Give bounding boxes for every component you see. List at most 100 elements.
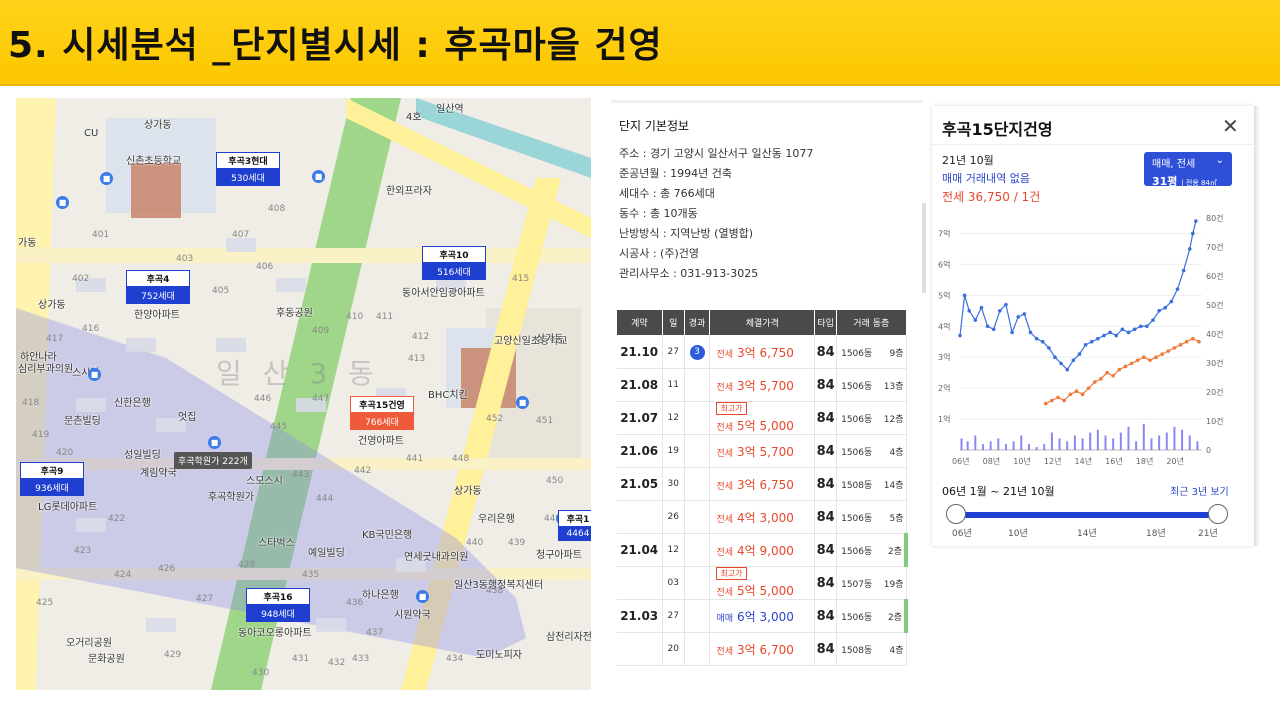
poi: 예일빌딩 [308, 548, 345, 559]
deal-row[interactable]: 21.04 12 전세 4억 9,000 84 1506동 2층 [616, 533, 909, 567]
map-panel[interactable]: 일 산 3 동 상가동 CU 신촌초등학교 한외프라자 가동 상가동 후동공원 … [16, 98, 591, 690]
deal-type: 84 [814, 533, 838, 567]
scrollbar[interactable] [922, 203, 926, 293]
block-number: 412 [412, 332, 430, 342]
deal-row[interactable]: 21.05 30 전세 3억 6,750 84 1508동 14층 [616, 467, 907, 501]
block-number: 441 [406, 454, 424, 464]
data-point [1068, 392, 1073, 397]
bus-stop-icon[interactable]: ■ [208, 436, 221, 449]
bus-stop-icon[interactable]: ■ [100, 172, 113, 185]
deals-header[interactable]: 거래 동층 [836, 309, 907, 336]
block-number: 417 [46, 334, 64, 344]
y-left-tick: 3억 [938, 352, 950, 362]
deals-header[interactable]: 일 [661, 309, 685, 336]
deals-header[interactable]: 계약 [616, 309, 663, 336]
poi: 신촌초등학교 [126, 156, 182, 167]
block-number: 419 [32, 430, 50, 440]
block-number: 423 [74, 546, 92, 556]
complex-marker[interactable]: 후곡3현대 530세대 [216, 152, 280, 186]
deal-month [616, 632, 663, 666]
complex-marker-selected[interactable]: 후곡15건영 766세대 [350, 396, 414, 430]
recent-3y-link[interactable]: 최근 3년 보기 [1170, 483, 1229, 498]
deal-row[interactable]: 21.08 11 전세 3억 5,700 84 1506동 13층 [616, 368, 907, 402]
block-number: 433 [352, 654, 370, 664]
block-number: 448 [452, 454, 470, 464]
info-line: 시공사 : (주)건영 [619, 247, 700, 260]
bus-stop-icon[interactable]: ■ [312, 170, 325, 183]
deals-header[interactable]: 타입 [814, 309, 838, 336]
deals-table: 계약 일 경과 체결가격 타입 거래 동층 21.10 27 3 전세 3억 6,750… [616, 309, 909, 666]
poi: 후동공원 [276, 308, 313, 319]
volume-bar [1073, 435, 1076, 450]
info-line: 준공년월 : 1994년 건축 [619, 167, 733, 180]
deal-month: 21.05 [616, 467, 663, 501]
complex-marker-households: 516세대 [422, 263, 486, 280]
complex-marker[interactable]: 후곡4 752세대 [126, 270, 190, 304]
block-number: 413 [408, 354, 426, 364]
complex-marker[interactable]: 후곡9 936세대 [20, 462, 84, 496]
deal-floor: 2층 [887, 546, 902, 557]
deal-row[interactable]: 21.07 12 최고가 전세 5억 5,000 84 1506동 12층 [616, 401, 907, 435]
complex-marker[interactable]: 후곡16 948세대 [246, 588, 310, 622]
deal-amount: 3억 5,700 [737, 444, 794, 459]
period-slider-start-handle[interactable] [946, 504, 966, 524]
price-chart[interactable]: 1억 2억 3억 4억 5억 6억 7억 0 10건 20건 30건 40건 50건 60건 70건 80건 0… [932, 210, 1234, 470]
deal-row[interactable]: 21.10 27 3 전세 3억 6,750 84 1506동 9층 [616, 335, 907, 369]
block-number: 430 [252, 668, 270, 678]
deal-dong: 1508동 [841, 480, 873, 491]
block-number: 452 [486, 414, 504, 424]
data-point [1181, 268, 1186, 273]
period-slider-end-handle[interactable] [1208, 504, 1228, 524]
deal-price: 전세 3억 6,750 [709, 467, 816, 501]
data-point [1080, 392, 1085, 397]
deal-type-filter[interactable]: 매매, 전세 ⌄ 31평 | 전용 84㎡ [1144, 152, 1232, 188]
deal-elapsed [684, 533, 711, 567]
deal-type: 84 [814, 368, 838, 402]
bus-stop-label[interactable]: 후곡학원가 222개 [174, 452, 252, 469]
data-point [1175, 287, 1180, 291]
deal-floor: 2층 [887, 612, 902, 623]
deal-day: 27 [662, 599, 685, 633]
poi: 하나은행 [362, 590, 399, 601]
bus-stop-icon[interactable]: ■ [416, 590, 429, 603]
deal-row[interactable]: 03 최고가 전세 5억 5,000 84 1507동 19층 [616, 566, 907, 600]
deal-dong-floor: 1506동 12층 [836, 401, 907, 435]
poi: 일산역 [436, 104, 464, 115]
poi: 상가동 [536, 334, 564, 345]
deals-header[interactable]: 체결가격 [709, 309, 816, 336]
block-number: 427 [196, 594, 214, 604]
deal-row[interactable]: 21.06 19 전세 3억 5,700 84 1506동 4층 [616, 434, 907, 468]
complex-marker-name: 후곡10 [422, 246, 486, 263]
poi: 상가동 [144, 120, 172, 131]
complex-marker[interactable]: 후곡1 4464 [558, 510, 591, 541]
slider-tick: 10년 [1008, 529, 1028, 539]
volume-bar [1104, 435, 1107, 450]
deals-header[interactable]: 경과 [683, 309, 711, 336]
bus-stop-icon[interactable]: ■ [516, 396, 529, 409]
data-point [1028, 330, 1033, 335]
block-number: 429 [164, 650, 182, 660]
deal-row[interactable]: 21.03 27 매매 6억 3,000 84 1506동 2층 [616, 599, 909, 633]
complex-marker-name: 후곡9 [20, 462, 84, 479]
volume-bar [989, 441, 992, 450]
deal-price: 매매 6억 3,000 [709, 599, 816, 633]
data-point [1151, 318, 1155, 322]
deal-day: 12 [662, 533, 685, 567]
bus-stop-icon[interactable]: ■ [88, 368, 101, 381]
deal-dong-floor: 1507동 19층 [836, 566, 907, 600]
deal-kind: 전세 [716, 646, 733, 657]
deal-floor: 13층 [883, 381, 904, 392]
block-number: 444 [316, 494, 334, 504]
complex-marker-households: 948세대 [246, 605, 310, 622]
bus-stop-icon[interactable]: ■ [56, 196, 69, 209]
divider [932, 144, 1254, 145]
complex-marker[interactable]: 후곡10 516세대 [422, 246, 486, 280]
deal-row[interactable]: 26 전세 4억 3,000 84 1506동 5층 [616, 500, 907, 534]
deal-kind: 전세 [716, 423, 733, 433]
close-icon[interactable]: ✕ [1222, 114, 1239, 138]
deal-dong-floor: 1506동 2층 [836, 533, 909, 567]
poi: 스타벅스 [258, 538, 295, 549]
deal-row[interactable]: 20 전세 3억 6,700 84 1508동 4층 [616, 632, 907, 666]
period-slider-track[interactable] [956, 512, 1218, 518]
deal-floor: 4층 [889, 447, 904, 458]
